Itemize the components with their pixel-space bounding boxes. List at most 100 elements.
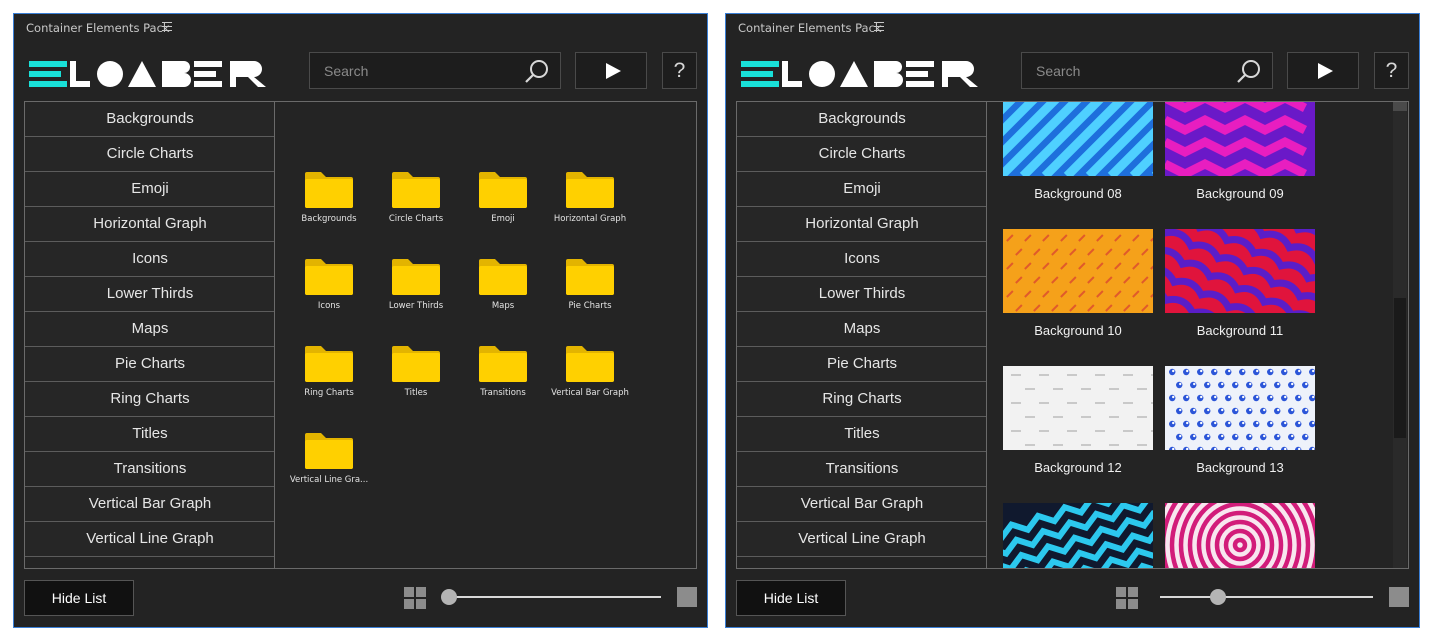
eloader-logo — [741, 61, 978, 87]
grid-view-icon[interactable] — [404, 587, 426, 609]
help-button[interactable]: ? — [1374, 52, 1409, 89]
category-item[interactable]: Circle Charts — [737, 137, 986, 172]
category-item[interactable]: Ring Charts — [25, 382, 274, 417]
thumbnail-label: Background 13 — [1196, 460, 1284, 475]
category-item[interactable]: Horizontal Graph — [25, 207, 274, 242]
folder-item[interactable]: Icons — [287, 257, 371, 337]
scroll-up-arrow[interactable] — [1393, 102, 1407, 111]
folder-icon — [566, 346, 614, 382]
category-item[interactable]: Circle Charts — [25, 137, 274, 172]
folder-item[interactable]: Emoji — [461, 170, 545, 250]
folder-item[interactable]: Titles — [374, 344, 458, 424]
background-preview — [1165, 102, 1315, 176]
folder-item[interactable]: Maps — [461, 257, 545, 337]
play-icon — [1318, 63, 1333, 79]
category-item[interactable]: Titles — [737, 417, 986, 452]
category-item[interactable]: Lower Thirds — [737, 277, 986, 312]
large-view-icon[interactable] — [677, 587, 697, 607]
zoom-slider-handle[interactable] — [441, 589, 457, 605]
thumbnail-label: Background 11 — [1196, 323, 1284, 338]
category-item[interactable]: Vertical Line Graph — [737, 522, 986, 557]
thumbnail-item[interactable] — [1003, 503, 1153, 568]
folder-label: Circle Charts — [388, 214, 444, 224]
folder-icon — [392, 346, 440, 382]
folder-grid: Backgrounds Circle Charts Emoji Horizontal … — [276, 102, 696, 568]
play-icon — [606, 63, 621, 79]
large-view-icon[interactable] — [1389, 587, 1409, 607]
category-item[interactable]: Maps — [25, 312, 274, 347]
folder-item[interactable]: Horizontal Graph — [548, 170, 632, 250]
folder-label: Emoji — [491, 214, 515, 224]
search-input[interactable] — [1022, 53, 1232, 88]
category-item[interactable]: Backgrounds — [25, 102, 274, 137]
zoom-slider-track[interactable] — [1160, 596, 1373, 598]
panel-title: Container Elements Pack — [738, 21, 882, 35]
category-item[interactable]: Lower Thirds — [25, 277, 274, 312]
thumbnail-item[interactable]: Background 11 — [1165, 229, 1315, 338]
panel-menu-icon[interactable] — [874, 22, 884, 31]
category-item[interactable]: Horizontal Graph — [737, 207, 986, 242]
folder-label: Titles — [404, 388, 428, 398]
category-item[interactable]: Ring Charts — [737, 382, 986, 417]
folder-item[interactable]: Ring Charts — [287, 344, 371, 424]
play-button[interactable] — [575, 52, 647, 89]
folder-icon — [392, 172, 440, 208]
background-preview — [1003, 503, 1153, 568]
folder-item[interactable]: Transitions — [461, 344, 545, 424]
folder-icon — [479, 172, 527, 208]
grid-view-icon[interactable] — [1116, 587, 1138, 609]
thumbnail-item[interactable]: Background 10 — [1003, 229, 1153, 338]
category-item[interactable]: Pie Charts — [25, 347, 274, 382]
category-item[interactable]: Vertical Bar Graph — [737, 487, 986, 522]
thumbnail-item[interactable]: Background 09 — [1165, 102, 1315, 201]
search-input[interactable] — [310, 53, 520, 88]
thumbnail-item[interactable]: Background 13 — [1165, 366, 1315, 475]
folder-icon — [479, 259, 527, 295]
thumbnail-label: Background 10 — [1034, 323, 1122, 338]
category-item[interactable]: Maps — [737, 312, 986, 347]
category-list: Backgrounds Circle Charts Emoji Horizont… — [737, 102, 987, 568]
category-item[interactable]: Backgrounds — [737, 102, 986, 137]
category-item[interactable]: Transitions — [25, 452, 274, 487]
folder-item[interactable]: Vertical Line Gra... — [287, 431, 371, 511]
folder-item[interactable]: Backgrounds — [287, 170, 371, 250]
scrollbar-thumb[interactable] — [1394, 298, 1406, 438]
category-item[interactable]: Vertical Line Graph — [25, 522, 274, 557]
scrollbar[interactable] — [1393, 102, 1407, 568]
category-item[interactable]: Emoji — [737, 172, 986, 207]
category-list: Backgrounds Circle Charts Emoji Horizont… — [25, 102, 275, 568]
play-button[interactable] — [1287, 52, 1359, 89]
search-icon[interactable] — [524, 58, 550, 84]
help-button[interactable]: ? — [662, 52, 697, 89]
folder-label: Ring Charts — [304, 388, 354, 398]
search-box — [309, 52, 561, 89]
folder-label: Lower Thirds — [388, 301, 444, 311]
thumbnail-item[interactable]: Background 12 — [1003, 366, 1153, 475]
thumbnail-item[interactable]: Background 08 — [1003, 102, 1153, 201]
panel-menu-icon[interactable] — [162, 22, 172, 31]
category-item[interactable]: Pie Charts — [737, 347, 986, 382]
folder-item[interactable]: Lower Thirds — [374, 257, 458, 337]
category-item[interactable]: Emoji — [25, 172, 274, 207]
zoom-slider-track[interactable] — [448, 596, 661, 598]
folder-item[interactable]: Vertical Bar Graph — [548, 344, 632, 424]
category-item[interactable]: Icons — [737, 242, 986, 277]
folder-label: Vertical Bar Graph — [551, 388, 629, 398]
thumbnail-item[interactable] — [1165, 503, 1315, 568]
folder-item[interactable]: Pie Charts — [548, 257, 632, 337]
background-preview — [1165, 229, 1315, 313]
folder-label: Vertical Line Gra... — [289, 475, 369, 485]
folder-item[interactable]: Circle Charts — [374, 170, 458, 250]
category-item[interactable]: Icons — [25, 242, 274, 277]
zoom-slider-handle[interactable] — [1210, 589, 1227, 605]
hide-list-button[interactable]: Hide List — [736, 580, 846, 616]
category-item[interactable]: Titles — [25, 417, 274, 452]
folder-icon — [305, 172, 353, 208]
hide-list-button[interactable]: Hide List — [24, 580, 134, 616]
folder-icon — [305, 346, 353, 382]
background-preview — [1165, 503, 1315, 568]
category-item[interactable]: Vertical Bar Graph — [25, 487, 274, 522]
background-preview — [1003, 366, 1153, 450]
category-item[interactable]: Transitions — [737, 452, 986, 487]
search-icon[interactable] — [1236, 58, 1262, 84]
